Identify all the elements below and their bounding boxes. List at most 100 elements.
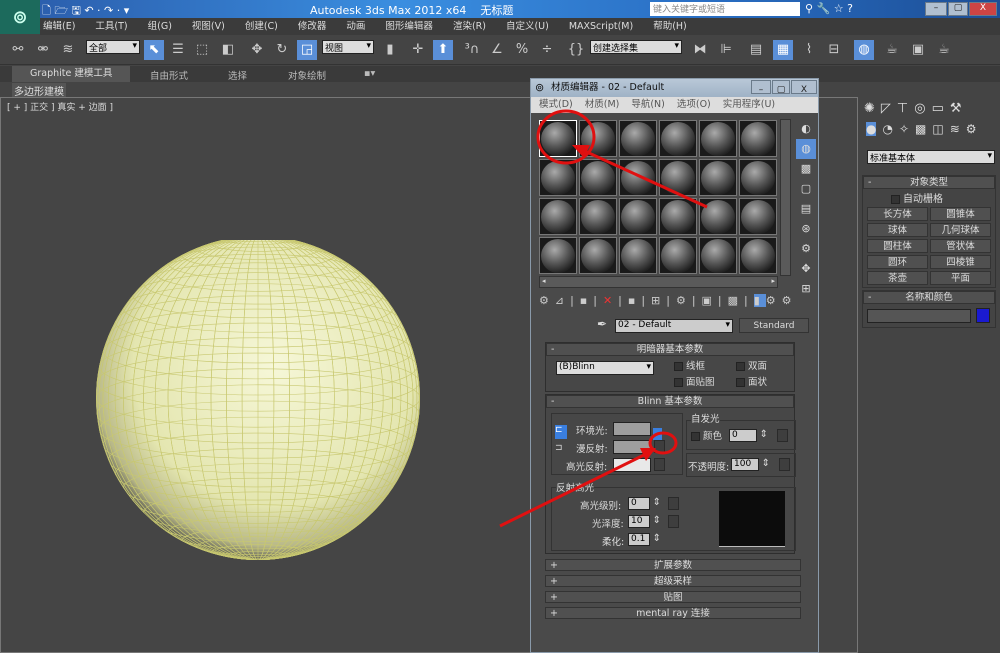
graphite-toggle-icon[interactable]: ▦ <box>773 40 793 60</box>
keyboard-shortcut-icon[interactable]: ⬆ <box>433 40 453 60</box>
slots-horizontal-scrollbar[interactable]: ◂ ▸ <box>539 276 778 288</box>
material-type-button[interactable]: Standard <box>739 318 809 333</box>
me-maximize-button[interactable]: ▢ <box>772 80 790 95</box>
sample-type-icon[interactable]: ◐ <box>796 119 816 139</box>
options-icon[interactable]: ⚙ <box>796 239 816 259</box>
sample-slot[interactable] <box>579 237 617 274</box>
object-name-input[interactable] <box>867 309 971 323</box>
me-menu-material[interactable]: 材质(M) <box>585 97 620 113</box>
shader-basic-header[interactable]: - 明暗器基本参数 <box>546 343 794 356</box>
me-close-button[interactable]: X <box>791 80 817 95</box>
video-color-check-icon[interactable]: ▤ <box>796 199 816 219</box>
menu-views[interactable]: 视图(V) <box>192 18 225 35</box>
render-setup-icon[interactable]: ☕ <box>882 40 902 60</box>
supersampling-rollout[interactable]: + 超级采样 <box>545 575 801 587</box>
sample-slot[interactable] <box>619 198 657 235</box>
autogrid-checkbox[interactable]: 自动栅格 <box>863 189 995 205</box>
window-crossing-icon[interactable]: ◧ <box>218 40 238 60</box>
systems-icon[interactable]: ⚙ <box>966 122 977 136</box>
wire-checkbox[interactable]: 线框 <box>674 358 705 372</box>
sample-slot[interactable] <box>659 120 697 157</box>
sample-slot[interactable] <box>619 120 657 157</box>
sample-slot[interactable] <box>619 159 657 196</box>
sample-slot[interactable] <box>699 198 737 235</box>
utilities-tab-icon[interactable]: ⚒ <box>950 101 962 116</box>
maximize-button[interactable]: ▢ <box>948 2 968 16</box>
rendered-frame-icon[interactable]: ▣ <box>908 40 928 60</box>
cylinder-button[interactable]: 圆柱体 <box>867 239 928 253</box>
menu-help[interactable]: 帮助(H) <box>653 18 687 35</box>
me-menu-options[interactable]: 选项(O) <box>677 97 711 113</box>
object-color-swatch[interactable] <box>976 308 990 323</box>
link-icon[interactable]: ⚯ <box>8 40 28 60</box>
mental-ray-rollout[interactable]: + mental ray 连接 <box>545 607 801 619</box>
me-menu-modes[interactable]: 模式(D) <box>539 97 573 113</box>
sample-slot[interactable] <box>579 120 617 157</box>
select-object-icon[interactable]: ⬉ <box>144 40 164 60</box>
spinner-snap-icon[interactable]: ÷ <box>537 40 557 60</box>
menu-rendering[interactable]: 渲染(R) <box>453 18 486 35</box>
material-navigator-icon[interactable]: ⊞ <box>796 279 816 299</box>
percent-snap-icon[interactable]: % <box>512 40 532 60</box>
reference-coord-dropdown[interactable]: 视图 <box>322 40 374 54</box>
material-name-dropdown[interactable]: 02 - Default <box>615 319 733 333</box>
diffuse-map-button[interactable] <box>654 440 665 453</box>
specular-map-button[interactable] <box>654 458 665 471</box>
sample-slot[interactable] <box>659 198 697 235</box>
menu-graph-editors[interactable]: 图形编辑器 <box>385 18 433 35</box>
spacewarps-icon[interactable]: ≋ <box>950 122 960 136</box>
tab-object-paint[interactable]: 对象绘制 <box>288 68 326 82</box>
select-by-material-icon[interactable]: ✥ <box>796 259 816 279</box>
search-input[interactable]: 键入关键字或短语 <box>650 2 800 16</box>
rect-selection-icon[interactable]: ⬚ <box>192 40 212 60</box>
material-editor-titlebar[interactable]: ⊚ 材质编辑器 - 02 - Default – ▢ X <box>531 79 818 97</box>
curve-editor-icon[interactable]: ⌇ <box>799 40 819 60</box>
sample-slot[interactable] <box>539 198 577 235</box>
sample-slot[interactable] <box>579 198 617 235</box>
pivot-icon[interactable]: ▮ <box>380 40 400 60</box>
sample-slot[interactable] <box>739 159 777 196</box>
plane-button[interactable]: 平面 <box>930 271 991 285</box>
lock-ambient-diffuse-icon[interactable]: ⊏ <box>555 425 567 439</box>
sample-slot[interactable] <box>539 120 577 157</box>
object-type-header[interactable]: - 对象类型 <box>863 176 995 189</box>
geosphere-button[interactable]: 几何球体 <box>930 223 991 237</box>
make-preview-icon[interactable]: ⊛ <box>796 219 816 239</box>
menu-modifiers[interactable]: 修改器 <box>298 18 327 35</box>
sample-slot[interactable] <box>699 120 737 157</box>
name-color-header[interactable]: - 名称和颜色 <box>863 291 995 304</box>
sample-slot[interactable] <box>539 237 577 274</box>
extended-params-rollout[interactable]: + 扩展参数 <box>545 559 801 571</box>
self-illum-spinner[interactable]: 0 <box>729 429 768 442</box>
angle-snap-icon[interactable]: ∠ <box>487 40 507 60</box>
sample-slot[interactable] <box>659 237 697 274</box>
tab-graphite[interactable]: Graphite 建模工具 <box>12 66 131 82</box>
lock-diffuse-specular-icon[interactable]: ⊐ <box>555 443 567 457</box>
schematic-view-icon[interactable]: ⊟ <box>824 40 844 60</box>
backlight-icon[interactable]: ◍ <box>796 139 816 159</box>
scale-icon[interactable]: ◲ <box>297 40 317 60</box>
viewport-label[interactable]: [ + ] 正交 ] 真实 + 边面 ] <box>7 100 113 113</box>
menu-customize[interactable]: 自定义(U) <box>506 18 549 35</box>
face-map-checkbox[interactable]: 面贴图 <box>674 374 715 388</box>
tab-selection[interactable]: 选择 <box>228 68 247 82</box>
spec-level-spinner[interactable]: 0 <box>628 497 661 510</box>
sphere-button[interactable]: 球体 <box>867 223 928 237</box>
app-logo-icon[interactable]: ⊚ <box>0 0 40 34</box>
cone-button[interactable]: 圆锥体 <box>930 207 991 221</box>
cameras-icon[interactable]: ▩ <box>915 122 926 136</box>
layer-manager-icon[interactable]: ▤ <box>746 40 766 60</box>
teapot-button[interactable]: 茶壶 <box>867 271 928 285</box>
tube-button[interactable]: 管状体 <box>930 239 991 253</box>
selection-filter-dropdown[interactable]: 全部 <box>86 40 140 54</box>
sample-slot[interactable] <box>659 159 697 196</box>
opacity-map-button[interactable] <box>779 458 790 471</box>
sample-slot[interactable] <box>739 237 777 274</box>
sample-slot[interactable] <box>739 198 777 235</box>
mirror-icon[interactable]: ⧓ <box>690 40 710 60</box>
material-editor-icon[interactable]: ◍ <box>854 40 874 60</box>
geometry-icon[interactable]: ● <box>866 122 877 136</box>
menu-group[interactable]: 组(G) <box>148 18 172 35</box>
uv-tiling-icon[interactable]: ▢ <box>796 179 816 199</box>
menu-tools[interactable]: 工具(T) <box>95 18 127 35</box>
